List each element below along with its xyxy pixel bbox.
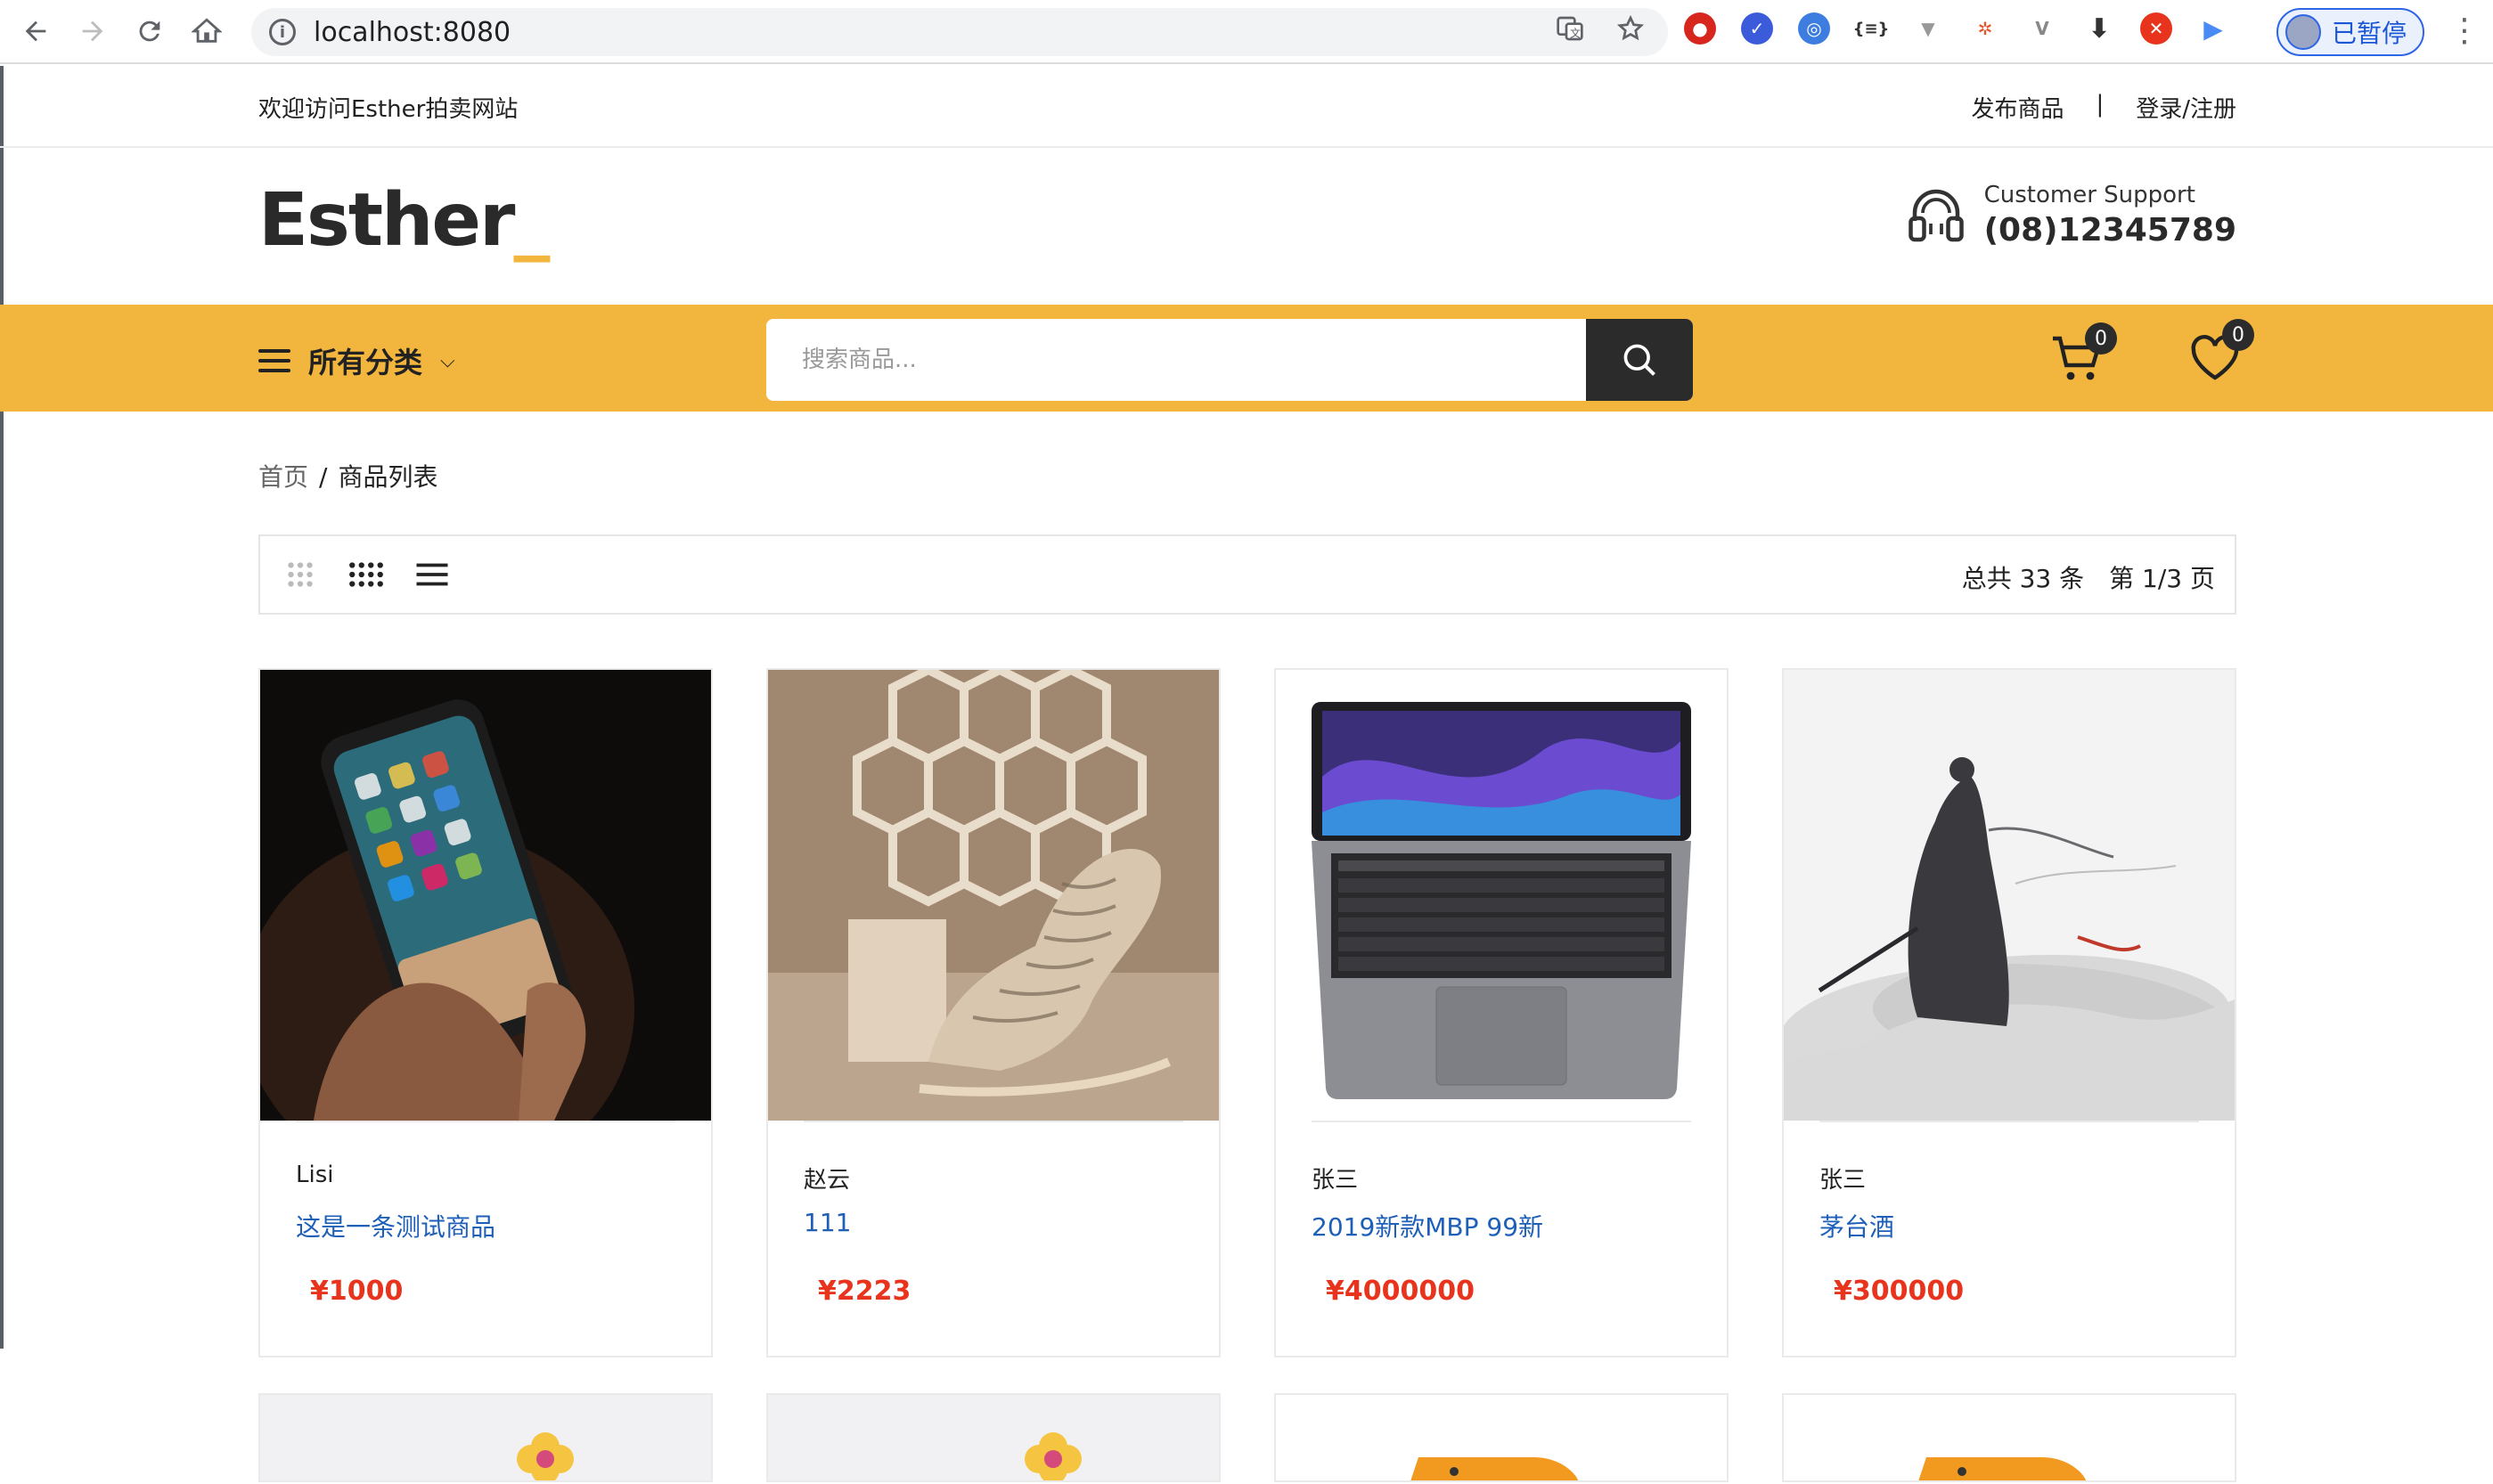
product-image[interactable]: [260, 1395, 711, 1482]
welcome-text: 欢迎访问Esther拍卖网站: [258, 96, 519, 123]
profile-label: 已暂停: [2332, 19, 2407, 48]
chevron-down-icon: ⌵: [440, 349, 455, 372]
product-card[interactable]: Lisi 这是一条测试商品 ¥1000: [258, 668, 713, 1358]
total-count: 总共 33 条: [1961, 564, 2085, 593]
forward-icon[interactable]: [71, 10, 114, 53]
translate-extension-icon[interactable]: ◎: [1798, 12, 1830, 45]
cart-button[interactable]: 0: [2049, 322, 2117, 387]
site-header: Esther_ Customer Support (08)12345789: [0, 148, 2493, 305]
shield-extension-icon[interactable]: ▼: [1912, 12, 1944, 45]
address-bar[interactable]: i localhost:8080 文: [251, 8, 1668, 56]
adblock-extension-icon[interactable]: ●: [1684, 12, 1716, 45]
download-extension-icon[interactable]: ⬇: [2083, 12, 2115, 45]
breadcrumb-current: 商品列表: [338, 462, 438, 492]
extensions-bar: ● ✓ ◎ {≡} ▼ ✲ V ⬇ ✕ ▶: [1684, 12, 2229, 45]
product-card[interactable]: 张三 2019新款MBP 99新 ¥4000000: [1274, 668, 1729, 1358]
reload-icon[interactable]: [128, 10, 171, 53]
product-title[interactable]: 2019新款MBP 99新: [1312, 1208, 1543, 1243]
wishlist-button[interactable]: 0: [2186, 319, 2254, 387]
speed-extension-icon[interactable]: ✕: [2140, 12, 2172, 45]
product-card[interactable]: 张三 茅台酒 ¥300000: [1782, 668, 2236, 1358]
site-logo[interactable]: Esther_: [258, 178, 550, 263]
product-image[interactable]: [1784, 1395, 2235, 1482]
vue-extension-icon[interactable]: V: [2026, 12, 2058, 45]
product-image[interactable]: [768, 1395, 1219, 1482]
product-seller: 张三: [1819, 1167, 1867, 1194]
wishlist-count-badge: 0: [2222, 319, 2254, 351]
separator: |: [2096, 91, 2105, 118]
search-box: [766, 319, 1693, 401]
login-link[interactable]: 登录/注册: [2136, 91, 2236, 124]
menu-icon[interactable]: ⋮: [2448, 12, 2481, 49]
search-button[interactable]: [1586, 319, 1693, 401]
search-input[interactable]: [766, 319, 1586, 401]
search-icon: [1623, 344, 1655, 376]
url-text[interactable]: localhost:8080: [314, 17, 511, 48]
breadcrumb-separator: /: [319, 462, 328, 492]
publish-link[interactable]: 发布商品: [1971, 91, 2064, 124]
play-extension-icon[interactable]: ▶: [2197, 12, 2229, 45]
list-view-icon[interactable]: [413, 556, 451, 593]
product-card[interactable]: [258, 1393, 713, 1482]
product-price: ¥300000: [1834, 1276, 1965, 1307]
divider: [804, 1121, 1183, 1122]
product-title[interactable]: 茅台酒: [1819, 1208, 1894, 1243]
product-card[interactable]: [1274, 1393, 1729, 1482]
profile-button[interactable]: 已暂停: [2276, 8, 2424, 56]
product-card[interactable]: [766, 1393, 1221, 1482]
all-categories-menu[interactable]: 所有分类 ⌵: [258, 340, 455, 381]
product-price: ¥4000000: [1326, 1276, 1475, 1307]
support-label: Customer Support: [1983, 182, 2195, 208]
product-image[interactable]: [260, 670, 711, 1121]
network-extension-icon[interactable]: ✲: [1969, 12, 2001, 45]
page-indicator: 第 1/3 页: [2109, 564, 2215, 593]
site-info-icon[interactable]: i: [269, 19, 296, 45]
product-image[interactable]: [768, 670, 1219, 1121]
back-icon[interactable]: [14, 10, 57, 53]
translate-icon[interactable]: 文: [1556, 14, 1584, 50]
customer-support: Customer Support (08)12345789: [1904, 182, 2236, 249]
breadcrumb: 首页 / 商品列表: [258, 458, 437, 493]
star-icon[interactable]: [1616, 14, 1645, 50]
cart-count-badge: 0: [2085, 322, 2117, 355]
page: 欢迎访问Esther拍卖网站 发布商品 | 登录/注册 Esther_ Cust…: [0, 66, 2493, 1484]
product-image[interactable]: [1784, 670, 2235, 1121]
svg-text:文: 文: [1570, 26, 1581, 39]
json-extension-icon[interactable]: {≡}: [1853, 12, 1889, 45]
hamburger-icon: [258, 349, 290, 372]
product-seller: 张三: [1312, 1167, 1359, 1194]
avatar: [2285, 14, 2321, 50]
top-bar: 欢迎访问Esther拍卖网站 发布商品 | 登录/注册: [0, 66, 2493, 148]
product-price: ¥1000: [310, 1276, 404, 1307]
product-title[interactable]: 111: [804, 1208, 851, 1237]
category-bar: 所有分类 ⌵ 0 0: [0, 305, 2493, 412]
breadcrumb-home[interactable]: 首页: [258, 462, 308, 492]
browser-toolbar: i localhost:8080 文 ● ✓ ◎ {≡} ▼ ✲ V ⬇ ✕ ▶…: [0, 0, 2493, 64]
support-phone: (08)12345789: [1983, 212, 2236, 249]
listing-toolbar: 总共 33 条 第 1/3 页: [258, 534, 2236, 615]
check-extension-icon[interactable]: ✓: [1741, 12, 1773, 45]
product-image[interactable]: [1276, 670, 1727, 1121]
grid-small-icon[interactable]: [282, 556, 319, 593]
product-price: ¥2223: [818, 1276, 911, 1307]
divider: [1312, 1121, 1691, 1122]
headset-icon: [1908, 189, 1964, 241]
product-title[interactable]: 这是一条测试商品: [296, 1208, 495, 1243]
product-card[interactable]: [1782, 1393, 2236, 1482]
home-icon[interactable]: [185, 10, 228, 53]
grid-large-icon[interactable]: [347, 556, 385, 593]
all-categories-label: 所有分类: [308, 346, 423, 379]
product-image[interactable]: [1276, 1395, 1727, 1482]
divider: [1819, 1121, 2199, 1122]
product-seller: 赵云: [804, 1167, 851, 1194]
product-card[interactable]: 赵云 111 ¥2223: [766, 668, 1221, 1358]
product-seller: Lisi: [296, 1162, 334, 1188]
divider: [296, 1121, 675, 1122]
